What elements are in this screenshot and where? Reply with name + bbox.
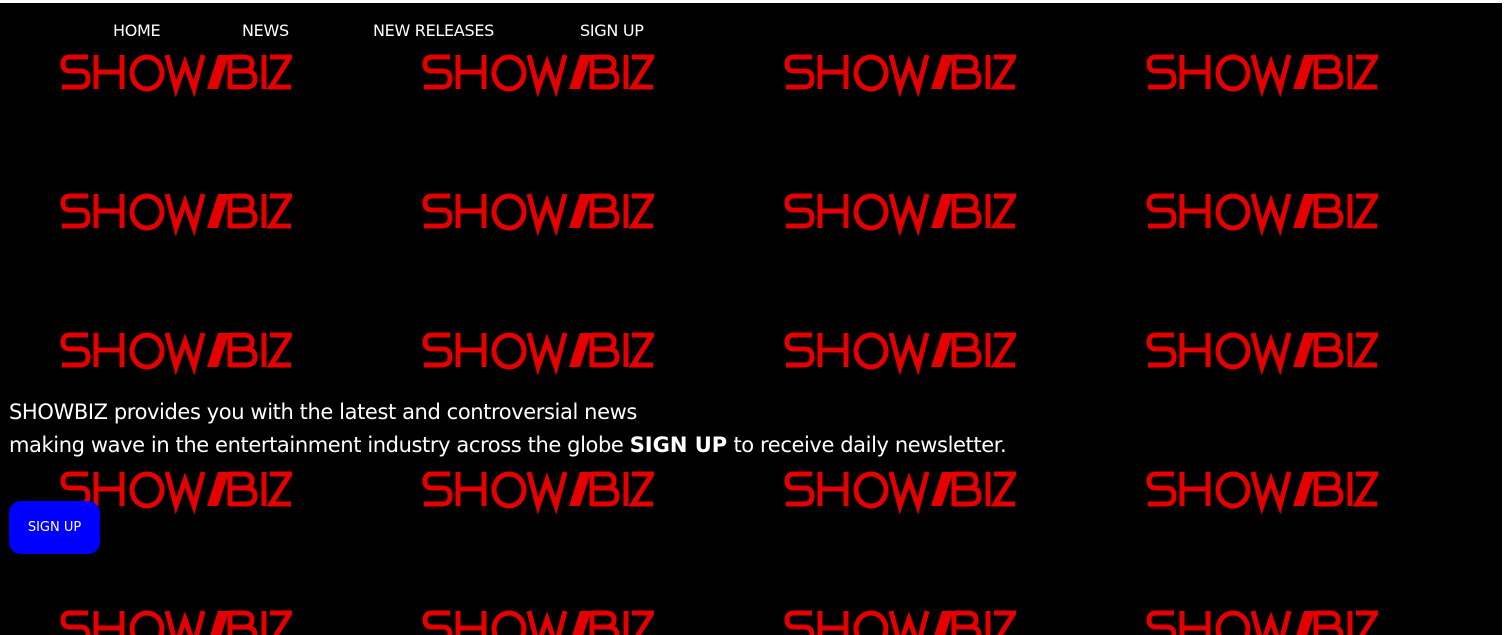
showbiz-logo: [784, 51, 1016, 97]
showbiz-logo: [60, 190, 292, 236]
intro-line-1: SHOWBIZ provides you with the latest and…: [9, 400, 637, 424]
showbiz-logo: [1146, 607, 1378, 635]
nav-news-link[interactable]: NEWS: [242, 21, 289, 40]
showbiz-logo: [60, 607, 292, 635]
nav-sign-up-link[interactable]: SIGN UP: [580, 21, 644, 40]
intro-line-2: making wave in the entertainment industr…: [9, 429, 1007, 462]
showbiz-logo: [784, 468, 1016, 514]
showbiz-logo: [422, 190, 654, 236]
showbiz-logo: [1146, 190, 1378, 236]
intro-line-2-suffix: to receive daily newsletter.: [727, 433, 1007, 457]
intro-sign-up-emphasis: SIGN UP: [629, 433, 728, 457]
showbiz-logo: [422, 329, 654, 375]
showbiz-logo: [1146, 51, 1378, 97]
showbiz-logo: [422, 51, 654, 97]
showbiz-logo: [60, 51, 292, 97]
page-background: HOME NEWS NEW RELEASES SIGN UP SHOWBIZ p…: [0, 3, 1502, 635]
showbiz-logo: [422, 607, 654, 635]
showbiz-logo: [1146, 468, 1378, 514]
showbiz-logo: [60, 329, 292, 375]
sign-up-button[interactable]: SIGN UP: [9, 501, 100, 554]
showbiz-logo: [784, 607, 1016, 635]
showbiz-logo: [1146, 329, 1378, 375]
showbiz-logo: [784, 329, 1016, 375]
logo-pattern: [0, 3, 1502, 635]
intro-text: SHOWBIZ provides you with the latest and…: [9, 396, 1007, 462]
showbiz-logo: [784, 190, 1016, 236]
intro-line-2-prefix: making wave in the entertainment industr…: [9, 433, 630, 457]
nav-new-releases-link[interactable]: NEW RELEASES: [373, 21, 494, 40]
showbiz-logo: [422, 468, 654, 514]
nav-home-link[interactable]: HOME: [113, 21, 161, 40]
